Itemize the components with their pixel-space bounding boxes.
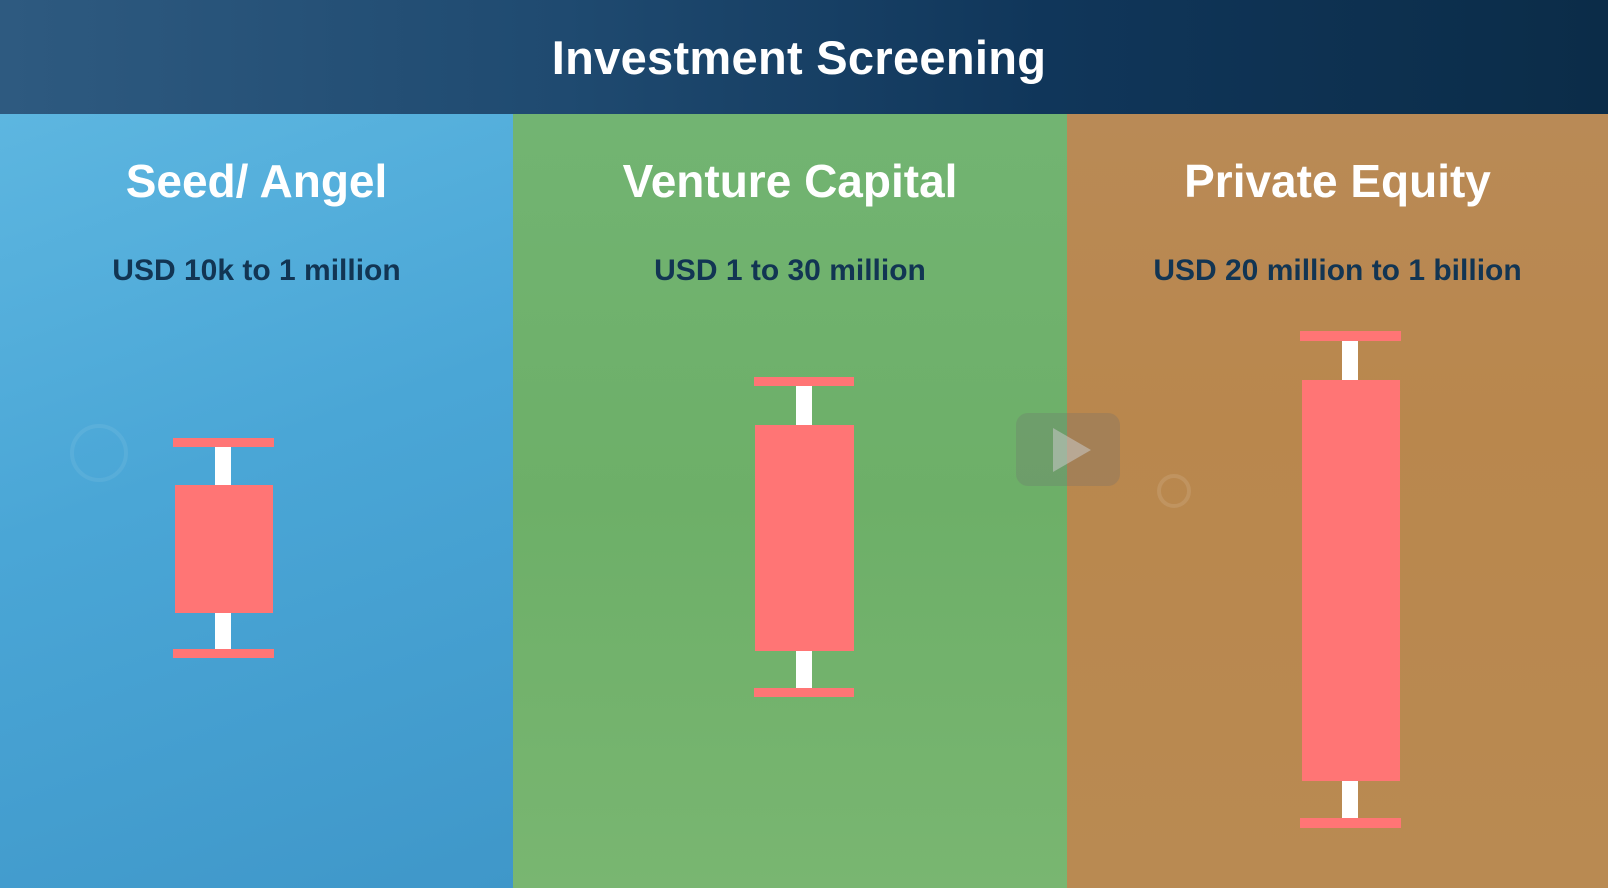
title-banner: Investment Screening: [0, 0, 1608, 114]
background-bokeh: [70, 424, 128, 482]
play-button[interactable]: [1016, 413, 1120, 486]
panel-seed-angel: Seed/ Angel USD 10k to 1 million: [0, 114, 513, 888]
panel-title-private-equity: Private Equity: [1184, 155, 1491, 207]
panel-title-seed-angel: Seed/ Angel: [125, 155, 388, 207]
background-bokeh: [1157, 474, 1191, 508]
panel-venture-capital: Venture Capital USD 1 to 30 million: [513, 114, 1067, 888]
panel-range-venture-capital: USD 1 to 30 million: [654, 254, 926, 287]
panel-range-seed-angel: USD 10k to 1 million: [112, 254, 401, 287]
play-icon: [1053, 427, 1091, 472]
page-title: Investment Screening: [551, 30, 1047, 84]
panel-private-equity: Private Equity USD 20 million to 1 billi…: [1067, 114, 1608, 888]
panel-range-private-equity: USD 20 million to 1 billion: [1153, 254, 1522, 287]
panel-title-venture-capital: Venture Capital: [622, 155, 958, 207]
video-frame[interactable]: Investment Screening Seed/ Angel USD 10k…: [0, 0, 1608, 888]
